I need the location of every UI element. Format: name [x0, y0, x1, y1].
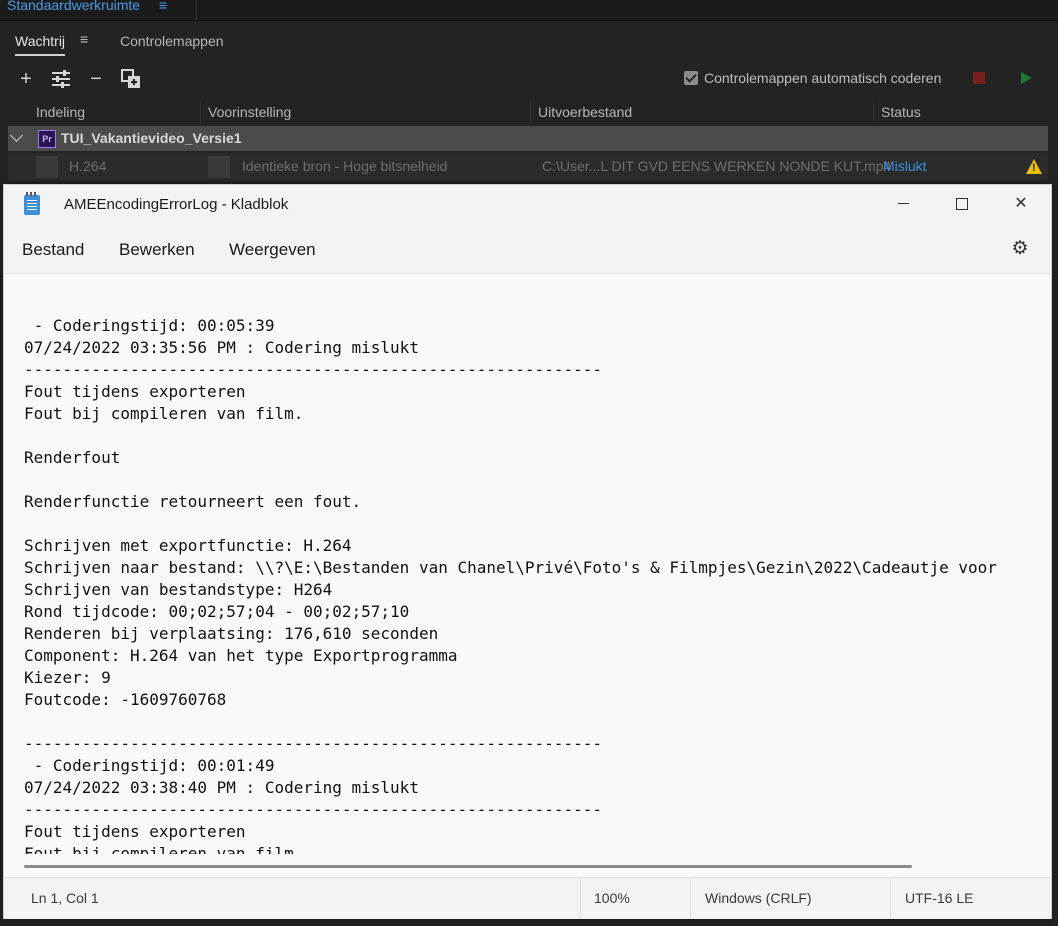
menu-edit[interactable]: Bewerken	[119, 240, 195, 260]
queue-group-row[interactable]: Pr TUI_Vakantievideo_Versie1	[8, 126, 1048, 151]
warning-icon[interactable]: !	[1026, 159, 1042, 174]
format-dropdown[interactable]	[36, 156, 58, 178]
column-output-file[interactable]: Uitvoerbestand	[538, 100, 632, 124]
tab-queue[interactable]: Wachtrij	[15, 33, 66, 56]
notepad-icon	[24, 192, 40, 215]
maximize-icon[interactable]	[933, 185, 991, 225]
chevron-down-icon[interactable]	[10, 129, 23, 142]
column-divider	[530, 100, 531, 124]
statusbar: Ln 1, Col 1 100% Windows (CRLF) UTF-16 L…	[4, 877, 1051, 919]
duplicate-icon[interactable]	[120, 68, 142, 90]
add-icon[interactable]: +	[15, 68, 37, 90]
settings-sliders-icon[interactable]	[50, 68, 72, 90]
auto-encode-checkbox[interactable]	[684, 71, 698, 85]
cursor-position: Ln 1, Col 1	[31, 890, 99, 906]
status-failed-link[interactable]: Mislukt	[883, 158, 927, 174]
tab-watch-folders[interactable]: Controlemappen	[120, 33, 224, 49]
gear-icon[interactable]: ⚙	[1010, 239, 1030, 259]
workspace-divider	[196, 0, 197, 20]
status-divider	[580, 878, 581, 919]
menubar: Bestand Bewerken Weergeven ⚙	[4, 225, 1051, 274]
preset-dropdown[interactable]	[208, 156, 230, 178]
panel-tabs: Wachtrij ≡ Controlemappen	[0, 22, 1058, 62]
output-preset[interactable]: Identieke bron - Hoge bitsnelheid	[242, 158, 447, 174]
stop-icon[interactable]	[973, 72, 985, 84]
column-divider	[200, 100, 201, 124]
horizontal-scrollbar[interactable]	[24, 865, 912, 868]
queue-group-name: TUI_Vakantievideo_Versie1	[61, 130, 242, 146]
workspace-bar: Standaardwerkruimte ≡	[0, 0, 1058, 21]
auto-encode-toggle[interactable]: Controlemappen automatisch coderen	[684, 70, 941, 86]
remove-icon[interactable]: −	[85, 68, 107, 90]
column-divider	[873, 100, 874, 124]
close-icon[interactable]: ✕	[992, 185, 1050, 225]
queue-output-row[interactable]: H.264 Identieke bron - Hoge bitsnelheid …	[8, 153, 1048, 181]
auto-encode-label: Controlemappen automatisch coderen	[704, 70, 942, 86]
notepad-window: AMEEncodingErrorLog - Kladblok ✕ Bestand…	[3, 184, 1052, 919]
premiere-icon: Pr	[38, 130, 56, 148]
workspace-menu-icon[interactable]: ≡	[159, 0, 167, 13]
status-divider	[690, 878, 691, 919]
window-title: AMEEncodingErrorLog - Kladblok	[64, 196, 289, 213]
notepad-titlebar[interactable]: AMEEncodingErrorLog - Kladblok ✕	[4, 185, 1051, 225]
column-preset[interactable]: Voorinstelling	[208, 100, 291, 124]
play-icon[interactable]	[1021, 72, 1032, 84]
output-file[interactable]: C:\User...L DIT GVD EENS WERKEN NONDE KU…	[542, 158, 891, 174]
status-divider	[890, 878, 891, 919]
menu-file[interactable]: Bestand	[22, 240, 84, 260]
text-editor[interactable]: - Coderingstijd: 00:05:39 07/24/2022 03:…	[4, 274, 1051, 854]
workspace-title[interactable]: Standaardwerkruimte	[7, 0, 140, 13]
encoding: UTF-16 LE	[905, 890, 974, 906]
line-ending: Windows (CRLF)	[705, 890, 812, 906]
zoom-level: 100%	[594, 890, 630, 906]
minimize-icon[interactable]	[874, 185, 932, 225]
column-status[interactable]: Status	[881, 100, 921, 124]
editor-content[interactable]: - Coderingstijd: 00:05:39 07/24/2022 03:…	[24, 315, 997, 854]
panel-menu-icon[interactable]: ≡	[80, 31, 88, 47]
column-format[interactable]: Indeling	[36, 100, 85, 124]
menu-view[interactable]: Weergeven	[229, 240, 316, 260]
output-format[interactable]: H.264	[69, 158, 106, 174]
